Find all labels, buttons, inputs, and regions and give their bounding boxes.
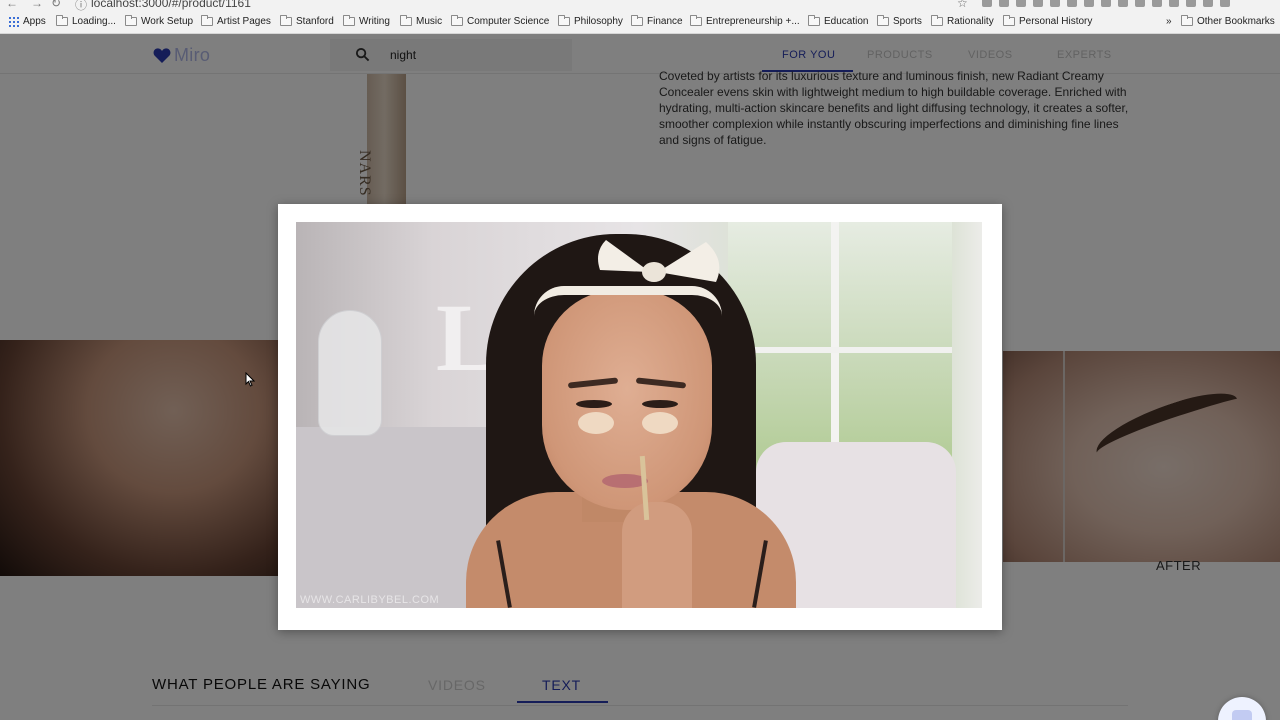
extension-icon [1033, 0, 1043, 7]
bookmark-apps[interactable]: Apps [9, 16, 46, 27]
extension-icon [982, 0, 992, 7]
bookmark-folder[interactable]: Loading... [56, 15, 116, 27]
mouse-cursor-icon [245, 372, 255, 387]
folder-icon [56, 15, 68, 26]
back-icon[interactable]: ← [6, 0, 18, 10]
extension-icon [1050, 0, 1060, 7]
extension-icon [1186, 0, 1196, 7]
bookmark-folder[interactable]: Rationality [931, 15, 994, 27]
extension-icon [1016, 0, 1026, 7]
folder-icon [558, 15, 570, 26]
bookmark-folder[interactable]: Finance [631, 15, 683, 27]
video-window-sill [728, 347, 952, 353]
video-vase [318, 310, 382, 436]
extension-icon [999, 0, 1009, 7]
extension-icon [1152, 0, 1162, 7]
extension-icon [1203, 0, 1213, 7]
bookmark-folder[interactable]: Writing [343, 15, 390, 27]
folder-icon [931, 15, 943, 26]
folder-icon [1003, 15, 1015, 26]
extension-icon [1067, 0, 1077, 7]
extension-icon [1118, 0, 1128, 7]
bookmark-folder[interactable]: Artist Pages [201, 15, 271, 27]
headband-bow [598, 240, 720, 282]
folder-icon [201, 15, 213, 26]
folder-icon [451, 15, 463, 26]
video-hand [622, 502, 692, 608]
address-bar[interactable]: localhost:3000/#/product/1161 [91, 0, 251, 10]
extension-icon [1135, 0, 1145, 7]
bookmarks-overflow-button[interactable]: » [1166, 16, 1172, 27]
video-window-frame [831, 222, 839, 462]
folder-icon [343, 15, 355, 26]
bookmark-folder[interactable]: Sports [877, 15, 922, 27]
video-eye [576, 400, 612, 408]
info-icon[interactable]: ⓘ [75, 0, 87, 12]
extension-icon [1220, 0, 1230, 7]
video-concealer [578, 412, 614, 434]
bookmarks-bar: Apps Loading... Work Setup Artist Pages … [0, 12, 1280, 34]
extension-icon [1084, 0, 1094, 7]
bookmark-folder[interactable]: Work Setup [125, 15, 193, 27]
extension-icon [1101, 0, 1111, 7]
extension-icons[interactable] [982, 0, 1230, 7]
extension-icon [1169, 0, 1179, 7]
bookmark-folder[interactable]: Stanford [280, 15, 334, 27]
bookmark-star-icon[interactable]: ☆ [957, 0, 968, 10]
video-eye [642, 400, 678, 408]
bookmark-folder[interactable]: Personal History [1003, 15, 1092, 27]
folder-icon [400, 15, 412, 26]
folder-icon [877, 15, 889, 26]
other-bookmarks[interactable]: Other Bookmarks [1181, 15, 1275, 27]
folder-icon [125, 15, 137, 26]
reload-icon[interactable]: ↻ [51, 0, 61, 10]
bookmark-folder[interactable]: Computer Science [451, 15, 549, 27]
video-modal: LO WWW.CARLIBYBEL.COM [278, 204, 1002, 630]
folder-icon [690, 15, 702, 26]
forward-icon[interactable]: → [31, 0, 43, 10]
video-player[interactable]: LO WWW.CARLIBYBEL.COM [296, 222, 982, 608]
folder-icon [808, 15, 820, 26]
bookmark-folder[interactable]: Education [808, 15, 868, 27]
folder-icon [631, 15, 643, 26]
video-watermark: WWW.CARLIBYBEL.COM [300, 594, 440, 606]
video-concealer [642, 412, 678, 434]
bookmark-folder[interactable]: Entrepreneurship +... [690, 15, 800, 27]
browser-url-bar: ← → ↻ ⓘ localhost:3000/#/product/1161 ☆ [0, 0, 1280, 12]
apps-grid-icon [9, 16, 19, 27]
bookmark-folder[interactable]: Music [400, 15, 442, 27]
bookmark-folder[interactable]: Philosophy [558, 15, 623, 27]
folder-icon [1181, 15, 1193, 26]
folder-icon [280, 15, 292, 26]
